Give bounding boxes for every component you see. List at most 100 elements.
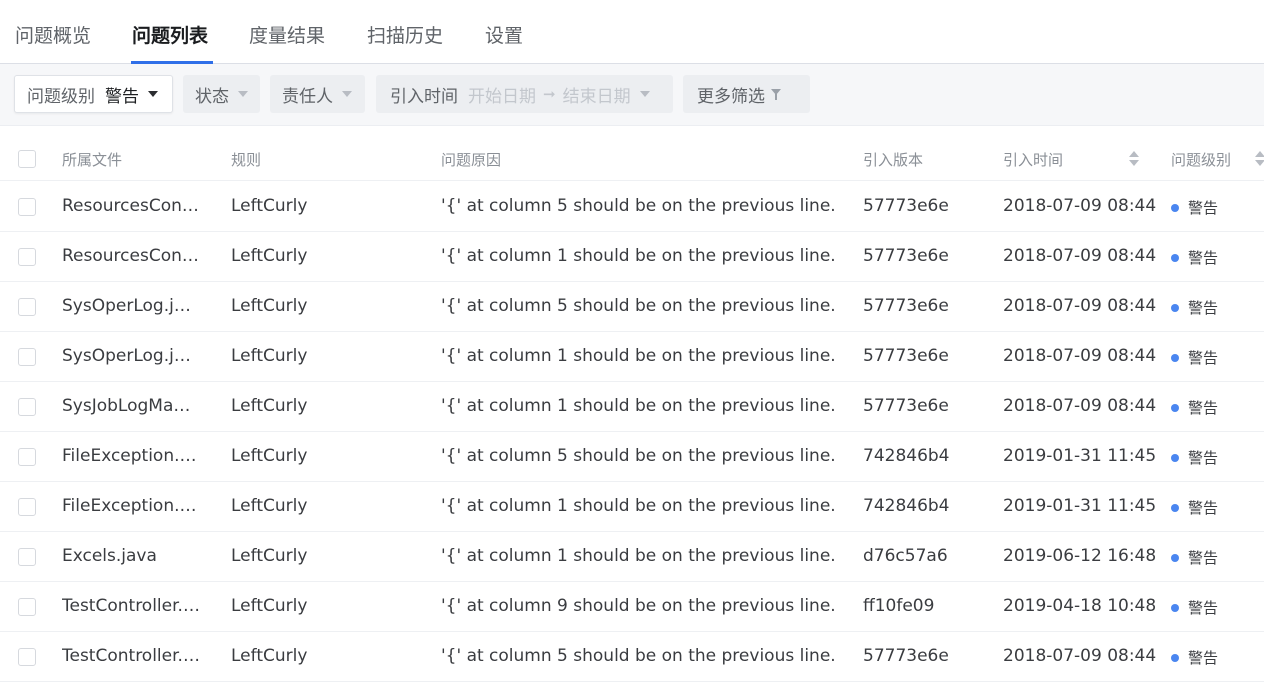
- table-row[interactable]: SysOperLog.java LeftCurly '{' at column 5 …: [0, 281, 1264, 332]
- cell-level: 警告: [1171, 497, 1218, 518]
- tab-settings[interactable]: 设置: [485, 21, 523, 48]
- start-date-input[interactable]: 开始日期: [468, 82, 536, 107]
- level-label: 警告: [1188, 399, 1219, 417]
- row-checkbox[interactable]: [18, 298, 36, 316]
- level-label: 警告: [1188, 449, 1219, 467]
- cell-version: 57773e6e: [863, 646, 949, 666]
- level-dot-icon: [1171, 653, 1179, 662]
- cell-time: 2018-07-09 08:44: [1003, 196, 1157, 216]
- cell-reason: '{' at column 1 should be on the previou…: [441, 496, 836, 516]
- cell-file[interactable]: ResourcesConfig.java: [62, 246, 200, 266]
- cell-level: 警告: [1171, 447, 1218, 468]
- table-row[interactable]: FileException.java LeftCurly '{' at column…: [0, 481, 1264, 532]
- cell-version: d76c57a6: [863, 546, 948, 566]
- cell-rule: LeftCurly: [231, 346, 308, 366]
- row-checkbox[interactable]: [18, 248, 36, 266]
- status-filter-select[interactable]: 状态: [183, 75, 260, 113]
- cell-file[interactable]: TestController.java: [62, 596, 200, 616]
- level-label: 警告: [1188, 499, 1219, 517]
- level-dot-icon: [1171, 403, 1179, 412]
- cell-time: 2019-04-18 10:48: [1003, 596, 1157, 616]
- level-filter-label: 问题级别: [27, 86, 95, 107]
- chevron-down-icon: [639, 91, 650, 97]
- table-row[interactable]: TestController.java LeftCurly '{' at colum…: [0, 581, 1264, 632]
- level-dot-icon: [1171, 203, 1179, 212]
- cell-rule: LeftCurly: [231, 246, 308, 266]
- cell-file[interactable]: SysOperLog.java: [62, 346, 200, 366]
- row-checkbox[interactable]: [18, 598, 36, 616]
- table-row[interactable]: ResourcesConfig.java LeftCurly '{' at colu…: [0, 231, 1264, 282]
- intro-time-range-picker[interactable]: 引入时间 开始日期 ➞ 结束日期: [376, 75, 673, 113]
- cell-rule: LeftCurly: [231, 496, 308, 516]
- level-dot-icon: [1171, 303, 1179, 312]
- level-label: 警告: [1188, 599, 1219, 617]
- row-checkbox[interactable]: [18, 398, 36, 416]
- cell-rule: LeftCurly: [231, 646, 308, 666]
- row-checkbox[interactable]: [18, 648, 36, 666]
- level-filter-select[interactable]: 问题级别 警告: [14, 75, 173, 113]
- level-dot-icon: [1171, 503, 1179, 512]
- table-row[interactable]: ResourcesConfig.java LeftCurly '{' at colu…: [0, 181, 1264, 232]
- row-checkbox[interactable]: [18, 198, 36, 216]
- cell-file[interactable]: FileException.java: [62, 496, 200, 516]
- row-checkbox[interactable]: [18, 498, 36, 516]
- column-header-version: 引入版本: [863, 151, 924, 169]
- select-all-checkbox[interactable]: [18, 150, 36, 168]
- range-arrow-icon: ➞: [543, 85, 556, 103]
- table-row[interactable]: SysJobLogMapper.java LeftCurly '{' at colu…: [0, 381, 1264, 432]
- table-row[interactable]: Excels.java LeftCurly '{' at column 1 shou…: [0, 531, 1264, 582]
- cell-file[interactable]: Excels.java: [62, 546, 200, 566]
- tab-scan-history[interactable]: 扫描历史: [367, 21, 443, 48]
- cell-rule: LeftCurly: [231, 396, 308, 416]
- cell-time: 2018-07-09 08:44: [1003, 296, 1157, 316]
- cell-file[interactable]: SysOperLog.java: [62, 296, 200, 316]
- owner-filter-select[interactable]: 责任人: [270, 75, 365, 113]
- tab-overview[interactable]: 问题概览: [15, 21, 91, 48]
- tab-issue-list[interactable]: 问题列表: [132, 21, 208, 48]
- cell-rule: LeftCurly: [231, 446, 308, 466]
- cell-file[interactable]: SysJobLogMapper.java: [62, 396, 200, 416]
- row-checkbox[interactable]: [18, 548, 36, 566]
- cell-version: 57773e6e: [863, 346, 949, 366]
- more-filters-button[interactable]: 更多筛选: [683, 75, 810, 113]
- sort-icon[interactable]: [1129, 151, 1139, 167]
- cell-reason: '{' at column 1 should be on the previou…: [441, 246, 836, 266]
- end-date-input[interactable]: 结束日期: [563, 82, 631, 107]
- chevron-down-icon: [148, 91, 158, 97]
- cell-level: 警告: [1171, 397, 1218, 418]
- row-checkbox[interactable]: [18, 448, 36, 466]
- column-header-time[interactable]: 引入时间: [1003, 149, 1063, 170]
- more-filters-label: 更多筛选: [697, 86, 765, 107]
- owner-filter-label: 责任人: [282, 86, 333, 107]
- cell-level: 警告: [1171, 297, 1218, 318]
- table-row[interactable]: TestController.java LeftCurly '{' at colum…: [0, 631, 1264, 682]
- cell-file[interactable]: ResourcesConfig.java: [62, 196, 200, 216]
- tab-bar: 问题概览 问题列表 度量结果 扫描历史 设置: [0, 0, 1264, 64]
- column-header-file: 所属文件: [62, 151, 123, 169]
- cell-time: 2019-01-31 11:45: [1003, 446, 1157, 466]
- level-dot-icon: [1171, 603, 1179, 612]
- table-row[interactable]: SysOperLog.java LeftCurly '{' at column 1 …: [0, 331, 1264, 382]
- column-header-level[interactable]: 问题级别: [1171, 149, 1231, 170]
- cell-time: 2018-07-09 08:44: [1003, 396, 1157, 416]
- row-checkbox[interactable]: [18, 348, 36, 366]
- cell-time: 2019-06-12 16:48: [1003, 546, 1157, 566]
- intro-time-filter-label: 引入时间: [390, 86, 458, 107]
- cell-version: 57773e6e: [863, 396, 949, 416]
- cell-file[interactable]: FileException.java: [62, 446, 200, 466]
- level-label: 警告: [1188, 299, 1219, 317]
- cell-time: 2018-07-09 08:44: [1003, 246, 1157, 266]
- cell-reason: '{' at column 1 should be on the previou…: [441, 396, 836, 416]
- cell-file[interactable]: TestController.java: [62, 646, 200, 666]
- table-row[interactable]: FileException.java LeftCurly '{' at column…: [0, 431, 1264, 482]
- cell-level: 警告: [1171, 597, 1218, 618]
- cell-reason: '{' at column 5 should be on the previou…: [441, 196, 836, 216]
- cell-version: 57773e6e: [863, 196, 949, 216]
- sort-icon[interactable]: [1255, 151, 1264, 167]
- cell-reason: '{' at column 5 should be on the previou…: [441, 646, 836, 666]
- column-header-rule: 规则: [231, 151, 262, 169]
- level-filter-value: 警告: [105, 86, 139, 107]
- level-label: 警告: [1188, 549, 1219, 567]
- cell-reason: '{' at column 1 should be on the previou…: [441, 346, 836, 366]
- tab-metrics[interactable]: 度量结果: [249, 21, 325, 48]
